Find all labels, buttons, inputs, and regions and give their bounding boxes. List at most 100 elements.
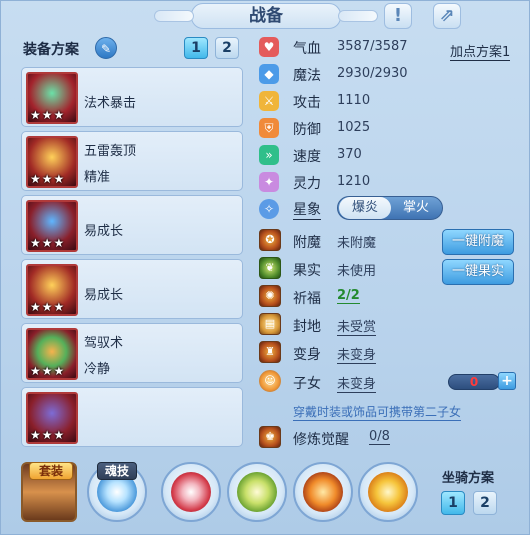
title-scroll-right-ornament	[338, 10, 378, 22]
star-sign-row: ✧	[259, 197, 289, 221]
sword-icon: ⚔	[259, 91, 279, 111]
skill-slot-2[interactable]	[227, 462, 287, 522]
skill-slot-1[interactable]	[161, 462, 221, 522]
add-child-slot-plus-icon[interactable]: +	[498, 372, 516, 390]
title-scroll-left-ornament	[154, 10, 194, 22]
stat-label: 攻击	[293, 95, 321, 111]
func-row-blessing: ✺ 祈福 2/2	[259, 284, 519, 310]
window-title: 战备	[154, 3, 378, 29]
title-text: 战备	[249, 6, 283, 26]
func-value[interactable]: 未变身	[337, 373, 377, 393]
star-sign-toggle[interactable]: 爆炎 掌火	[337, 196, 443, 220]
func-label: 修炼觉醒	[293, 432, 349, 448]
equipment-effect-name: 冷静	[84, 362, 111, 377]
star-rating: ★★★	[30, 300, 66, 314]
func-value: 未使用	[337, 264, 377, 279]
equipment-skill-name: 驾驭术	[84, 336, 124, 351]
stat-row-mp: ◆ 魔法 2930/2930	[259, 62, 519, 86]
skill-slot-3[interactable]	[293, 462, 353, 522]
stat-value: 370	[337, 147, 362, 162]
equipment-skill-name: 易成长	[84, 224, 124, 239]
flame-orb-skill-icon	[368, 472, 408, 512]
blessing-icon: ✺	[259, 285, 281, 307]
func-label: 果实	[293, 263, 321, 279]
soul-skill-label: 魂技	[97, 462, 137, 480]
stat-value: 2930/2930	[337, 66, 408, 81]
mana-diamond-icon: ◆	[259, 64, 279, 84]
equipment-skill-name: 法术暴击	[84, 96, 137, 111]
second-child-hint-link[interactable]: 穿戴时装或饰品可携带第二子女	[293, 403, 462, 421]
func-row-cultivation-awaken: ♚ 修炼觉醒 0/8	[259, 425, 519, 451]
one-click-enchant-button[interactable]: 一键附魔	[442, 229, 514, 255]
func-row-transform: ♜ 变身 未变身	[259, 340, 519, 366]
fruit-icon: ❦	[259, 257, 281, 279]
func-label: 变身	[293, 347, 321, 363]
shield-icon: ⛨	[259, 118, 279, 138]
star-option-palm-fire[interactable]: 掌火	[390, 197, 442, 219]
func-label: 祈福	[293, 291, 321, 307]
star-sign-label[interactable]: 星象	[293, 199, 321, 220]
func-value: 未附魔	[337, 236, 377, 251]
stat-label: 气血	[293, 41, 321, 57]
mount-plan-2-button[interactable]: 2	[473, 491, 497, 515]
stat-label: 防御	[293, 122, 321, 138]
cultivation-icon: ♚	[259, 426, 281, 448]
func-value[interactable]: 未受赏	[337, 316, 377, 336]
figure-skill-icon	[237, 472, 277, 512]
stat-row-spirit: ✦ 灵力 1210	[259, 170, 519, 194]
equipment-slot-5[interactable]: ★★★ 驾驭术 冷静	[21, 323, 243, 383]
equipment-slot-6[interactable]: ★★★	[21, 387, 243, 447]
func-value[interactable]: 0/8	[369, 429, 390, 445]
func-label: 附魔	[293, 235, 321, 251]
stat-row-defense: ⛨ 防御 1025	[259, 116, 519, 140]
one-click-fruit-button[interactable]: 一键果实	[442, 259, 514, 285]
stat-value: 1210	[337, 174, 371, 189]
suit-label: 套装	[29, 462, 73, 480]
stat-label: 魔法	[293, 68, 321, 84]
equipment-plan-1-button[interactable]: 1	[184, 37, 208, 59]
transform-figure-icon: ♜	[259, 341, 281, 363]
func-label: 子女	[293, 376, 321, 392]
skill-slot-4[interactable]	[358, 462, 418, 522]
equipment-slot-4[interactable]: ★★★ 易成长	[21, 259, 243, 319]
battle-prep-panel: 战备 ! ⇗ 装备方案 ✎ 1 2 ★★★ 法术暴击 ★★★ 五雷轰顶 精准 ★…	[0, 0, 530, 535]
stat-row-speed: » 速度 370	[259, 143, 519, 167]
mount-plan-label: 坐骑方案	[442, 471, 495, 486]
children-icon: ☺	[259, 370, 281, 392]
enchant-icon: ✪	[259, 229, 281, 251]
share-icon[interactable]: ⇗	[433, 3, 461, 29]
heart-icon: ♥	[259, 37, 279, 57]
add-point-plan-link[interactable]: 加点方案1	[450, 41, 511, 61]
equipment-slot-1[interactable]: ★★★ 法术暴击	[21, 67, 243, 127]
stat-label: 灵力	[293, 176, 321, 192]
equipment-slot-3[interactable]: ★★★ 易成长	[21, 195, 243, 255]
equipment-skill-name: 五雷轰顶	[84, 144, 137, 159]
spirit-star-icon: ✦	[259, 172, 279, 192]
star-rating: ★★★	[30, 236, 66, 250]
func-value[interactable]: 未变身	[337, 344, 377, 364]
equipment-list: ★★★ 法术暴击 ★★★ 五雷轰顶 精准 ★★★ 易成长 ★★★ 易成长 ★★★…	[21, 67, 243, 451]
petal-skill-icon	[171, 472, 211, 512]
equipment-plan-2-button[interactable]: 2	[215, 37, 239, 59]
equipment-skill-name: 易成长	[84, 288, 124, 303]
equipment-slot-2[interactable]: ★★★ 五雷轰顶 精准	[21, 131, 243, 191]
info-icon[interactable]: !	[384, 3, 412, 29]
stat-label: 速度	[293, 149, 321, 165]
func-label: 封地	[293, 319, 321, 335]
star-rating: ★★★	[30, 428, 66, 442]
equipment-effect-name: 精准	[84, 170, 111, 185]
fief-scroll-icon: ▤	[259, 313, 281, 335]
func-value[interactable]: 2/2	[337, 288, 360, 304]
fire-skill-icon	[303, 472, 343, 512]
speed-arrow-icon: »	[259, 145, 279, 165]
children-count: 0	[448, 374, 500, 390]
star-option-blaze[interactable]: 爆炎	[339, 197, 391, 219]
star-rating: ★★★	[30, 108, 66, 122]
mount-plan-1-button[interactable]: 1	[441, 491, 465, 515]
stat-value: 1025	[337, 120, 371, 135]
edit-plan-pencil-icon[interactable]: ✎	[95, 37, 117, 59]
stat-value: 1110	[337, 93, 371, 108]
suit-slot[interactable]: 套装	[21, 462, 77, 522]
star-sign-icon: ✧	[259, 199, 279, 219]
star-rating: ★★★	[30, 172, 66, 186]
